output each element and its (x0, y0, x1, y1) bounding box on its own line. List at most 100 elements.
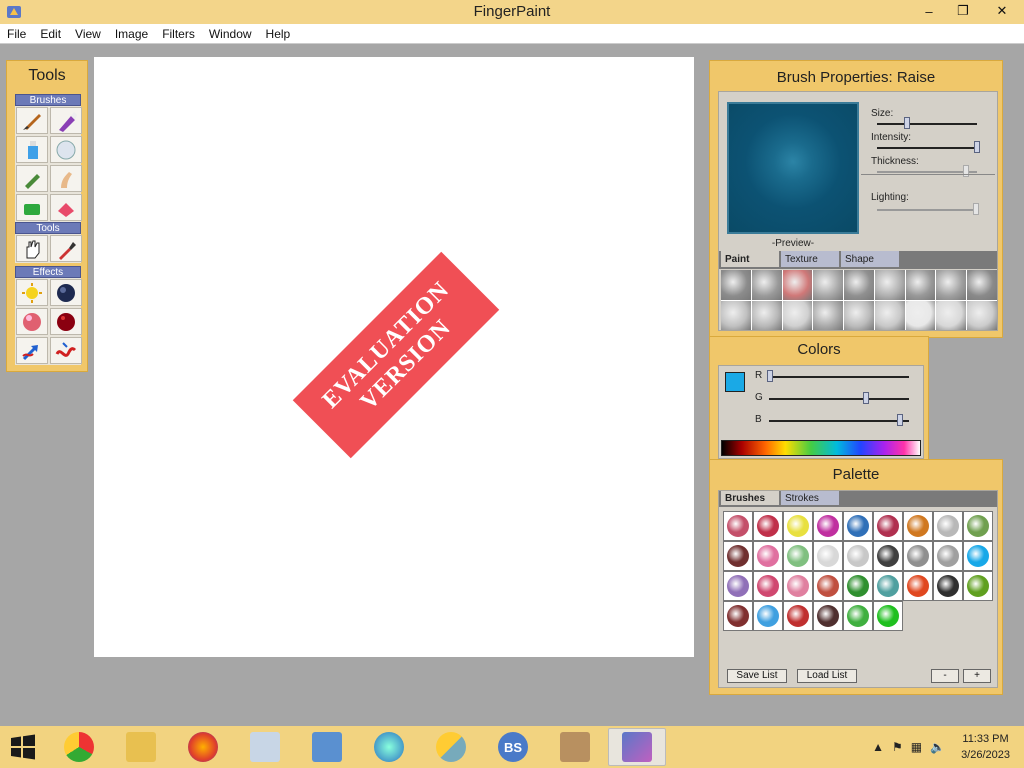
brush-swatch[interactable] (753, 541, 783, 571)
menu-window[interactable]: Window (202, 27, 259, 41)
minimize-button[interactable]: – (912, 0, 946, 22)
texture-swatch[interactable] (905, 300, 936, 330)
brush-swatch[interactable] (963, 541, 993, 571)
brush-swatch[interactable] (873, 511, 903, 541)
arrow-icon[interactable] (16, 337, 48, 364)
windows-start-icon[interactable] (0, 726, 46, 768)
clock[interactable]: 11:33 PM 3/26/2023 (961, 731, 1010, 763)
brush-swatch[interactable] (903, 571, 933, 601)
bs-app-icon[interactable]: BS (484, 728, 542, 766)
color-spectrum[interactable] (721, 440, 921, 456)
texture-swatch[interactable] (844, 270, 874, 300)
brush-swatch[interactable] (843, 541, 873, 571)
brush-swatch[interactable] (723, 511, 753, 541)
tab-texture[interactable]: Texture (781, 251, 839, 267)
thickness-slider-track[interactable] (877, 171, 977, 173)
menu-view[interactable]: View (68, 27, 108, 41)
crayon-icon[interactable] (16, 165, 48, 192)
green-slider-track[interactable] (769, 398, 909, 400)
brush-swatch[interactable] (753, 601, 783, 631)
save-list-button[interactable]: Save List (727, 669, 787, 683)
bubble-icon[interactable] (50, 136, 82, 163)
menu-filters[interactable]: Filters (155, 27, 202, 41)
control-panel-icon[interactable] (298, 728, 356, 766)
thickness-slider-thumb[interactable] (963, 165, 969, 177)
brush-swatch[interactable] (933, 571, 963, 601)
texture-swatch[interactable] (782, 270, 813, 300)
internet-explorer-icon[interactable] (360, 728, 418, 766)
palette-minus-button[interactable]: - (931, 669, 959, 683)
moon-icon[interactable] (50, 279, 82, 306)
brush-swatch[interactable] (813, 541, 843, 571)
chevron-up-icon[interactable]: ▲ (872, 740, 884, 754)
file-explorer-icon[interactable] (112, 728, 170, 766)
menu-edit[interactable]: Edit (33, 27, 68, 41)
texture-swatch[interactable] (721, 270, 751, 300)
tab-shape[interactable]: Shape (841, 251, 899, 267)
green-slider-thumb[interactable] (863, 392, 869, 404)
load-list-button[interactable]: Load List (797, 669, 857, 683)
brush-swatch[interactable] (813, 601, 843, 631)
brush-swatch[interactable] (873, 601, 903, 631)
texture-swatch[interactable] (936, 270, 967, 300)
texture-swatch[interactable] (782, 300, 813, 330)
tab-paint[interactable]: Paint (721, 251, 779, 267)
brush-swatch[interactable] (783, 541, 813, 571)
close-button[interactable]: ✕ (980, 0, 1024, 22)
brush-swatch[interactable] (903, 511, 933, 541)
brush-swatch[interactable] (843, 511, 873, 541)
brush-swatch[interactable] (933, 511, 963, 541)
texture-swatch[interactable] (844, 300, 874, 330)
current-color-swatch[interactable] (725, 372, 745, 392)
brush-swatch[interactable] (753, 511, 783, 541)
intensity-slider-thumb[interactable] (974, 141, 980, 153)
texture-swatch[interactable] (751, 300, 782, 330)
intensity-slider-track[interactable] (877, 147, 977, 149)
brush-swatch[interactable] (723, 571, 753, 601)
archive-app-icon[interactable] (546, 728, 604, 766)
network-icon[interactable]: ▦ (911, 740, 922, 754)
brush-swatch[interactable] (813, 571, 843, 601)
texture-swatch[interactable] (967, 270, 997, 300)
lighting-slider-thumb[interactable] (973, 203, 979, 215)
blue-slider-track[interactable] (769, 420, 909, 422)
sun-icon[interactable] (16, 279, 48, 306)
brush-swatch[interactable] (963, 571, 993, 601)
maximize-button[interactable]: ❐ (946, 0, 980, 22)
tab-brushes[interactable]: Brushes (721, 491, 779, 505)
sphere-icon[interactable] (16, 308, 48, 335)
menu-file[interactable]: File (0, 27, 33, 41)
tab-strokes[interactable]: Strokes (781, 491, 839, 505)
brush-swatch[interactable] (873, 541, 903, 571)
brush-swatch[interactable] (753, 571, 783, 601)
texture-swatch[interactable] (936, 300, 967, 330)
brush-swatch[interactable] (873, 571, 903, 601)
sponge-icon[interactable] (16, 194, 48, 221)
menu-image[interactable]: Image (108, 27, 155, 41)
brush-swatch[interactable] (783, 511, 813, 541)
brush-swatch[interactable] (963, 511, 993, 541)
weather-app-icon[interactable] (422, 728, 480, 766)
texture-swatch[interactable] (751, 270, 782, 300)
paint-brush-icon[interactable] (16, 107, 48, 134)
brush-swatch[interactable] (843, 601, 873, 631)
texture-swatch[interactable] (874, 270, 905, 300)
flag-icon[interactable]: ⚑ (892, 740, 903, 754)
menu-help[interactable]: Help (259, 27, 298, 41)
fingerpaint-taskbar-icon[interactable] (608, 728, 666, 766)
brush-swatch[interactable] (723, 601, 753, 631)
brush-swatch[interactable] (783, 601, 813, 631)
lighting-slider-track[interactable] (877, 209, 977, 211)
brush-swatch[interactable] (813, 511, 843, 541)
brush-swatch[interactable] (843, 571, 873, 601)
texture-swatch[interactable] (874, 300, 905, 330)
blue-slider-thumb[interactable] (897, 414, 903, 426)
wave-icon[interactable] (50, 337, 82, 364)
size-slider-thumb[interactable] (904, 117, 910, 129)
eraser-icon[interactable] (50, 194, 82, 221)
monitor-app-icon[interactable] (236, 728, 294, 766)
glue-bottle-icon[interactable] (16, 136, 48, 163)
texture-swatch[interactable] (905, 270, 936, 300)
hand-icon[interactable] (16, 235, 48, 262)
dark-sphere-icon[interactable] (50, 308, 82, 335)
